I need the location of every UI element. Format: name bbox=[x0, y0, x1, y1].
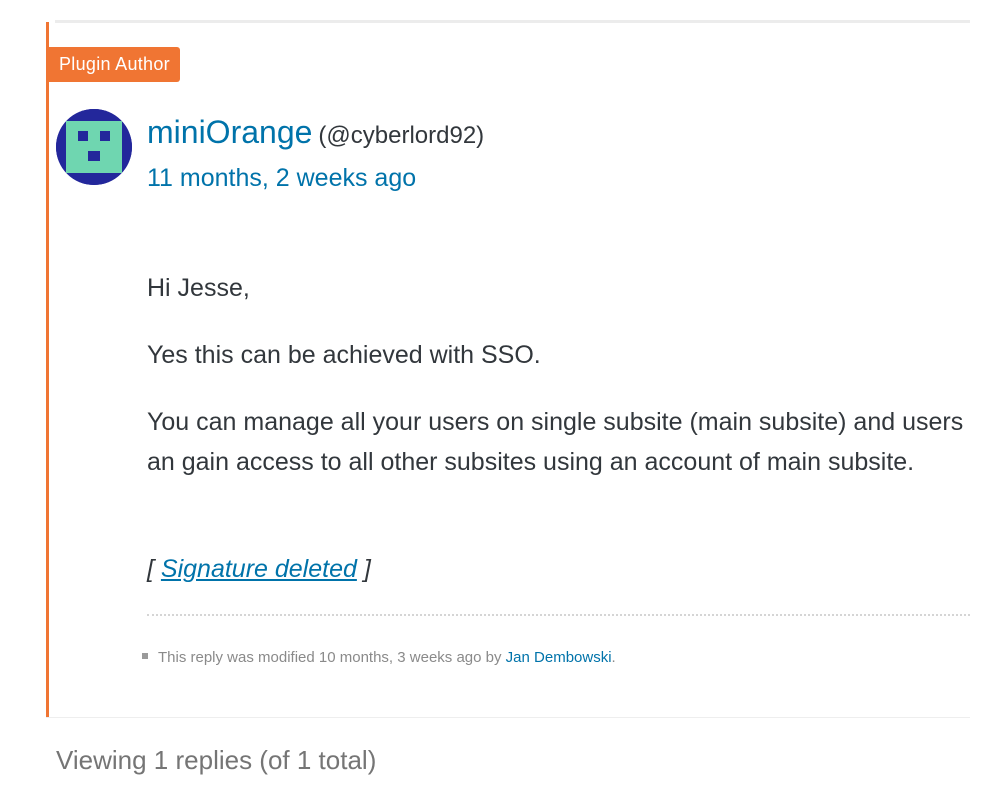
modified-note: This reply was modified 10 months, 3 wee… bbox=[142, 649, 616, 666]
editor-link[interactable]: Jan Dembowski bbox=[506, 649, 612, 666]
plugin-author-badge: Plugin Author bbox=[49, 47, 180, 82]
author-handle: (@cyberlord92) bbox=[318, 122, 485, 149]
viewing-count: Viewing 1 replies (of 1 total) bbox=[56, 745, 377, 775]
square-bullet-icon bbox=[142, 653, 148, 660]
signature-open-bracket: [ bbox=[147, 555, 161, 583]
signature-close-bracket: ] bbox=[356, 555, 371, 583]
identicon-avatar-icon bbox=[56, 109, 132, 185]
signature-line: [ Signature deleted ] bbox=[147, 549, 371, 589]
paragraph-details: You can manage all your users on single … bbox=[147, 408, 964, 476]
post-date-link[interactable]: 11 months, 2 weeks ago bbox=[147, 164, 416, 193]
paragraph-greeting: Hi Jesse, bbox=[147, 274, 250, 302]
modified-suffix: . bbox=[611, 649, 616, 666]
forum-reply: Plugin Author miniOrange (@cyberlord92) 1… bbox=[46, 22, 970, 717]
modified-prefix: This reply was modified 10 months, 3 wee… bbox=[158, 649, 506, 666]
author-line: miniOrange (@cyberlord92) bbox=[147, 114, 484, 151]
author-avatar[interactable] bbox=[56, 109, 132, 185]
author-name-link[interactable]: miniOrange bbox=[147, 114, 312, 150]
paragraph-answer: Yes this can be achieved with SSO. bbox=[147, 341, 541, 369]
dotted-separator bbox=[147, 614, 970, 616]
signature-deleted-link[interactable]: Signature deleted bbox=[161, 555, 357, 583]
bottom-divider bbox=[46, 717, 970, 718]
